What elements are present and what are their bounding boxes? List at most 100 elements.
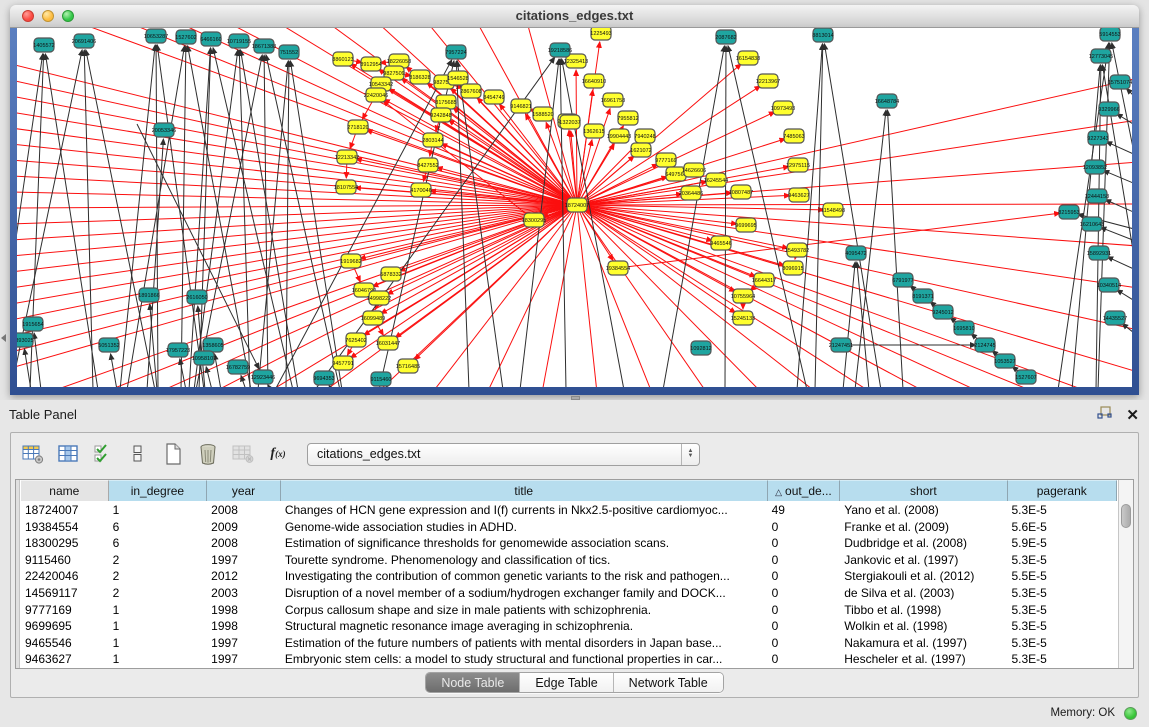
column-header-out_de[interactable]: △out_de... xyxy=(768,480,841,501)
network-node-teal[interactable]: 19218586 xyxy=(548,43,572,57)
table-cell[interactable]: 1 xyxy=(109,635,208,652)
network-node-yellow[interactable]: 15245133 xyxy=(731,311,755,325)
table-cell[interactable]: 5.3E-5 xyxy=(1007,602,1117,619)
close-panel-icon[interactable]: ✕ xyxy=(1126,408,1139,423)
black-edge[interactable] xyxy=(147,139,163,387)
table-row[interactable]: 969969511998Structural magnetic resonanc… xyxy=(21,618,1117,635)
network-node-yellow[interactable]: 19904443 xyxy=(607,129,631,143)
network-node-yellow[interactable]: 1322037 xyxy=(559,115,580,129)
network-node-teal[interactable]: 16648784 xyxy=(875,94,899,108)
network-node-yellow[interactable]: 16031447 xyxy=(376,336,400,350)
black-edge[interactable] xyxy=(1122,324,1132,336)
network-node-teal[interactable]: 21247451 xyxy=(829,338,853,352)
black-edge[interactable] xyxy=(1105,200,1132,214)
table-cell[interactable]: 1 xyxy=(109,651,208,668)
table-cell[interactable]: 1997 xyxy=(207,635,281,652)
black-edge[interactable] xyxy=(84,50,93,387)
table-cell[interactable]: 5.3E-5 xyxy=(1007,618,1117,635)
table-cell[interactable]: Changes of HCN gene expression and I(f) … xyxy=(281,502,768,519)
network-node-yellow[interactable]: 8427552 xyxy=(417,158,438,172)
row-select-icon[interactable] xyxy=(90,442,116,466)
red-edge[interactable] xyxy=(17,96,577,205)
network-node-teal[interactable]: 5051352 xyxy=(98,338,119,352)
network-node-yellow[interactable]: 1546528 xyxy=(447,71,468,85)
network-node-yellow[interactable]: 2867608 xyxy=(460,84,481,98)
network-node-teal[interactable]: 1695810 xyxy=(953,321,974,335)
network-node-yellow[interactable]: 9457791 xyxy=(332,356,353,370)
network-node-teal[interactable]: 10653287 xyxy=(144,29,168,43)
black-edge[interactable] xyxy=(1107,257,1132,271)
network-node-yellow[interactable]: 7955812 xyxy=(617,111,638,125)
network-node-teal[interactable]: 20691406 xyxy=(72,34,96,48)
table-cell[interactable]: Genome-wide association studies in ADHD. xyxy=(281,519,768,536)
network-node-teal[interactable]: 16782759 xyxy=(226,360,250,374)
red-edge[interactable] xyxy=(47,205,577,387)
network-node-yellow[interactable]: 7940248 xyxy=(634,129,655,143)
table-cell[interactable]: 9777169 xyxy=(21,602,109,619)
table-cell[interactable]: 1998 xyxy=(207,602,281,619)
table-cell[interactable]: 0 xyxy=(768,651,841,668)
network-node-yellow[interactable]: 16099489 xyxy=(361,311,385,325)
table-cell[interactable]: Investigating the contribution of common… xyxy=(281,568,768,585)
red-edge[interactable] xyxy=(17,64,577,205)
table-cell[interactable]: 0 xyxy=(768,618,841,635)
network-canvas[interactable]: 1872400788601238912954182260589827509818… xyxy=(17,28,1132,387)
network-node-teal[interactable]: 14435527 xyxy=(1103,311,1127,325)
network-node-teal[interactable]: 10958107 xyxy=(192,351,216,365)
table-cell[interactable]: 18300295 xyxy=(21,535,109,552)
network-node-yellow[interactable]: 19384554 xyxy=(606,261,630,275)
network-node-yellow[interactable]: 12975115 xyxy=(786,158,810,172)
black-edge[interactable] xyxy=(264,55,268,387)
table-cell[interactable]: Jankovic et al. (1997) xyxy=(840,552,1007,569)
network-node-yellow[interactable]: 18724007 xyxy=(565,198,589,212)
table-cell[interactable]: Tibbo et al. (1998) xyxy=(840,602,1007,619)
delete-column-icon[interactable] xyxy=(195,442,221,466)
network-node-teal[interactable]: 8813014 xyxy=(812,28,833,42)
network-node-yellow[interactable]: 5878332 xyxy=(380,267,401,281)
table-cell[interactable]: Estimation of significance thresholds fo… xyxy=(281,535,768,552)
black-edge[interactable] xyxy=(560,59,566,387)
network-node-teal[interactable]: 1053527 xyxy=(994,354,1015,368)
network-node-teal[interactable]: 17957223 xyxy=(166,343,190,357)
table-row[interactable]: 946554611997Estimation of the future num… xyxy=(21,635,1117,652)
black-edge[interactable] xyxy=(286,61,289,387)
tab-edge-table[interactable]: Edge Table xyxy=(520,673,613,692)
network-node-teal[interactable]: 9694353 xyxy=(313,371,334,385)
network-node-yellow[interactable]: 16644317 xyxy=(752,273,776,287)
table-cell[interactable]: 0 xyxy=(768,602,841,619)
network-node-yellow[interactable]: 12213967 xyxy=(756,74,780,88)
column-header-in_degree[interactable]: in_degree xyxy=(109,480,208,501)
table-cell[interactable]: Dudbridge et al. (2008) xyxy=(840,535,1007,552)
red-edge[interactable] xyxy=(577,205,784,265)
network-node-yellow[interactable]: 9463627 xyxy=(788,188,809,202)
network-node-teal[interactable]: 6791977 xyxy=(892,273,913,287)
red-edge[interactable] xyxy=(577,205,652,387)
network-node-teal[interactable]: 12923446 xyxy=(251,370,275,384)
table-cell[interactable]: Corpus callosum shape and size in male p… xyxy=(281,602,768,619)
table-cell[interactable]: Wolkin et al. (1998) xyxy=(840,618,1007,635)
network-node-teal[interactable]: 1891866 xyxy=(138,288,159,302)
network-node-yellow[interactable]: 14998222 xyxy=(367,291,391,305)
network-node-teal[interactable]: 1405572 xyxy=(33,38,54,52)
network-node-teal[interactable]: 9115460 xyxy=(370,372,391,386)
network-node-yellow[interactable]: 10807487 xyxy=(729,185,753,199)
vertical-scrollbar[interactable] xyxy=(1118,480,1133,668)
network-node-teal[interactable]: 10340514 xyxy=(1097,278,1121,292)
table-cell[interactable]: 5.9E-5 xyxy=(1007,535,1117,552)
network-node-teal[interactable]: 1527607 xyxy=(1015,370,1036,384)
black-edge[interactable] xyxy=(728,46,807,387)
table-cell[interactable]: 9463627 xyxy=(21,651,109,668)
network-node-teal[interactable]: 9245012 xyxy=(932,305,953,319)
table-cell[interactable]: 5.3E-5 xyxy=(1007,635,1117,652)
collapse-panel-arrow-icon[interactable] xyxy=(1,334,6,342)
network-node-teal[interactable]: 7957224 xyxy=(445,45,466,59)
table-cell[interactable]: Embryonic stem cells: a model to study s… xyxy=(281,651,768,668)
network-node-teal[interactable]: 3393025 xyxy=(17,333,34,347)
network-node-teal[interactable]: 1358605 xyxy=(202,338,223,352)
network-node-yellow[interactable]: 12213342 xyxy=(335,150,359,164)
network-node-teal[interactable]: 1915654 xyxy=(22,317,43,331)
black-edge[interactable] xyxy=(1100,227,1132,242)
black-edge[interactable] xyxy=(1117,114,1132,127)
network-node-yellow[interactable]: 1621072 xyxy=(630,143,651,157)
table-cell[interactable]: 2008 xyxy=(207,502,281,519)
